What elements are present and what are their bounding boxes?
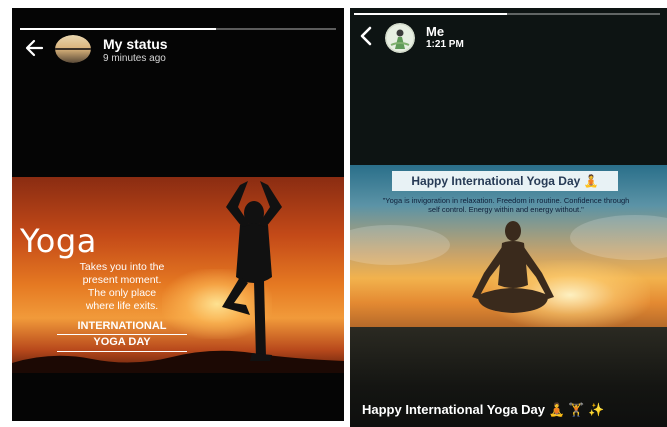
status-timestamp: 1:21 PM bbox=[426, 39, 464, 50]
yoga-tree-pose-silhouette bbox=[222, 181, 282, 361]
back-arrow-icon[interactable] bbox=[24, 38, 44, 62]
right-status-viewer: Me 1:21 PM Happy International Yoga Day … bbox=[350, 8, 667, 427]
yoga-day-label: YOGA DAY bbox=[93, 336, 151, 348]
status-progress-fill bbox=[20, 28, 216, 30]
yoga-headline: Yoga bbox=[20, 222, 97, 260]
quote-line-1: Takes you into the bbox=[79, 261, 165, 273]
yoga-quote: "Yoga is invigoration in relaxation. Fre… bbox=[382, 196, 630, 214]
meditation-pose-silhouette bbox=[472, 221, 554, 313]
quote-line-3: The only place bbox=[87, 287, 157, 299]
status-caption: Happy International Yoga Day 🧘 🏋 ✨ bbox=[362, 402, 605, 417]
status-timestamp: 9 minutes ago bbox=[103, 53, 166, 64]
quote-line-4: where life exits. bbox=[85, 300, 159, 312]
status-progress-bar bbox=[354, 13, 660, 15]
status-progress-fill bbox=[354, 13, 507, 15]
greeting-banner: Happy International Yoga Day 🧘 bbox=[392, 171, 618, 191]
international-label: INTERNATIONAL bbox=[77, 320, 167, 332]
yoga-day-underline bbox=[57, 351, 187, 352]
left-status-viewer: My status 9 minutes ago Yoga Takes you i… bbox=[12, 8, 344, 421]
status-owner-name: My status bbox=[103, 36, 168, 52]
status-image-yoga: Yoga Takes you into the present moment. … bbox=[12, 177, 344, 373]
status-image-meditation: Happy International Yoga Day 🧘 "Yoga is … bbox=[350, 165, 667, 327]
cloud bbox=[350, 225, 450, 265]
status-progress-bar bbox=[20, 28, 336, 30]
status-owner-name: Me bbox=[426, 24, 445, 39]
quote-line-2: present moment. bbox=[82, 274, 162, 286]
international-underline bbox=[57, 334, 187, 335]
avatar[interactable] bbox=[55, 35, 91, 63]
back-chevron-icon[interactable] bbox=[358, 25, 374, 51]
avatar[interactable] bbox=[385, 23, 415, 53]
cloud bbox=[570, 215, 667, 260]
